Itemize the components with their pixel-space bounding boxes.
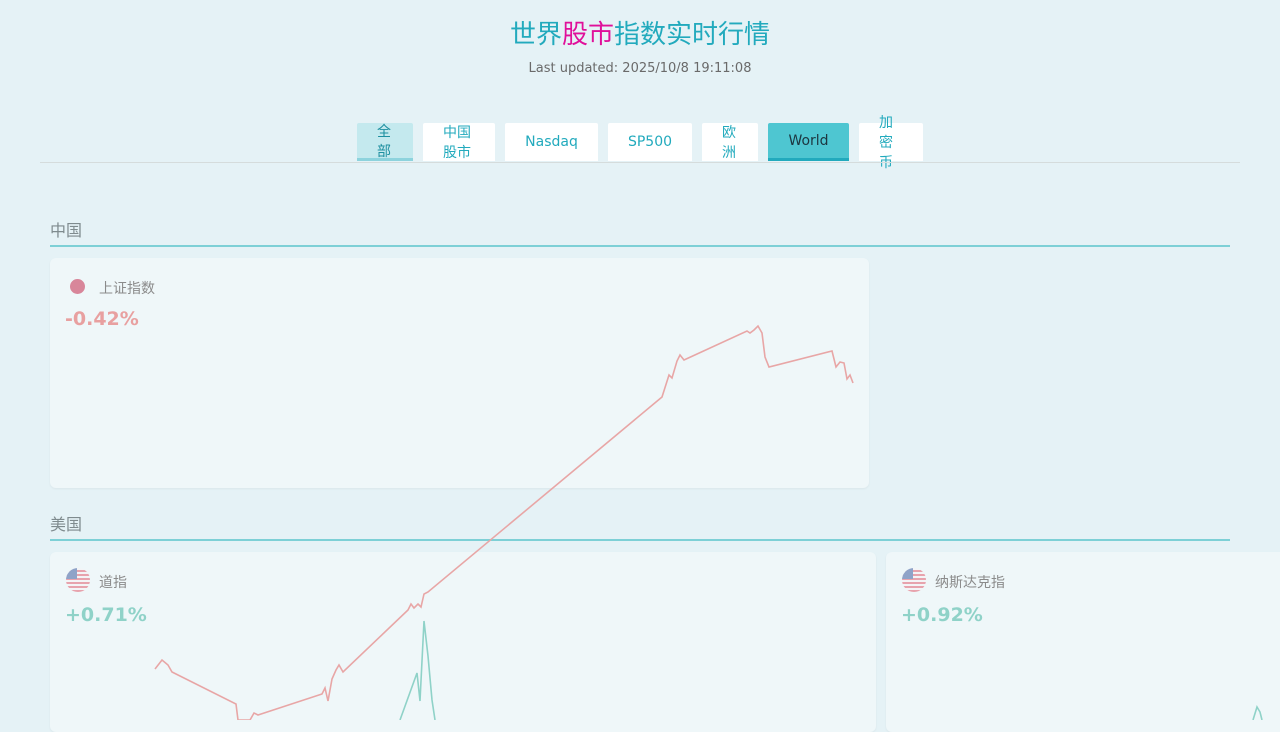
tab-nasdaq[interactable]: Nasdaq (505, 123, 598, 161)
title-part-2: 指数实时行情 (614, 20, 771, 50)
us-flag-icon (66, 568, 90, 592)
index-card-dow[interactable]: 道指 +0.71% (50, 552, 876, 732)
index-card-nasdaq[interactable]: 纳斯达克指 +0.92% (886, 552, 1280, 732)
card-change: +0.71% (65, 604, 147, 626)
section-divider-us (50, 539, 1230, 541)
section-divider-china (50, 245, 1230, 247)
tab-crypto[interactable]: 加密币 (859, 115, 923, 171)
section-title-china: 中国 (50, 221, 83, 240)
card-name: 纳斯达克指 (935, 575, 1005, 591)
tab-all[interactable]: 全部 (357, 123, 413, 161)
section-title-us: 美国 (50, 515, 83, 534)
tab-china[interactable]: 中国股市 (423, 123, 495, 161)
us-flag-icon (902, 568, 926, 592)
last-updated: Last updated: 2025/10/8 19:11:08 (528, 61, 752, 76)
china-dot-icon (70, 279, 85, 294)
title-accent: 股市 (561, 20, 614, 50)
card-name: 上证指数 (99, 281, 155, 297)
tab-divider (40, 162, 1240, 163)
tab-world[interactable]: World (768, 123, 849, 161)
page-title: 世界股市指数实时行情 (0, 18, 1280, 52)
tab-europe[interactable]: 欧洲 (702, 123, 758, 161)
card-change: -0.42% (65, 308, 139, 330)
title-part-1: 世界 (509, 20, 562, 50)
card-change: +0.92% (901, 604, 983, 626)
tab-bar: 全部 中国股市 Nasdaq SP500 欧洲 World 加密币 (0, 115, 1280, 171)
tab-sp500[interactable]: SP500 (608, 123, 692, 161)
card-name: 道指 (99, 575, 127, 591)
index-card-shanghai[interactable]: 上证指数 -0.42% (50, 258, 869, 488)
